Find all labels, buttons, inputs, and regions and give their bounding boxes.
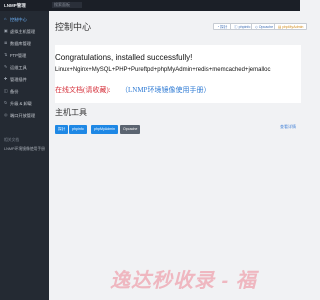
sidebar-item-label: 数据库管理 [10, 41, 31, 46]
main-content: 控制中心 ◔ 探针 ⓘ phpinfo ◇ Opcache ▤ phpMyAdm… [49, 11, 308, 300]
phpmyadmin-button[interactable]: ▤ phpMyAdmin [274, 23, 308, 30]
brand-title: LNMP管理 [4, 3, 26, 8]
watermark-logo: 逸达秒收录 - 福 [110, 270, 257, 292]
search-box[interactable]: 搜索面板 [52, 2, 82, 8]
probe-button-label: 探针 [220, 25, 228, 29]
backup-icon: ◫ [4, 88, 8, 93]
congrats-message: Congratulations, installed successfully! [55, 53, 193, 62]
tools-icon: ✎ [4, 64, 8, 69]
sidebar-doc-link[interactable]: LNMP环境镜像使用手册 [4, 147, 46, 152]
tool-probe-button[interactable]: 探针 [55, 125, 69, 134]
sidebar-item-database[interactable]: ≣ 数据库管理 [0, 39, 49, 47]
sidebar-item-backup[interactable]: ◫ 备份 [0, 87, 49, 95]
sidebar-item-label: 管理插件 [10, 77, 27, 82]
detail-link[interactable]: 查看详情 [280, 124, 296, 130]
port-icon: ◎ [4, 112, 8, 117]
online-doc-link[interactable]: 在线文档(请收藏): [55, 85, 111, 95]
sidebar-item-tools[interactable]: ✎ 运维工具 [0, 63, 49, 71]
top-bar: LNMP管理 搜索面板 [0, 0, 300, 11]
upgrade-icon: ↻ [4, 100, 8, 105]
home-icon: ⌂ [4, 16, 7, 21]
sidebar-item-label: 运维工具 [10, 65, 27, 70]
sidebar-item-upgrade[interactable]: ↻ 升级 & 卸载 [0, 99, 49, 107]
tool-opcache-button[interactable]: Opcache [120, 125, 141, 134]
phpmyadmin-button-label: phpMyAdmin [282, 25, 304, 29]
page-title: 控制中心 [55, 22, 92, 32]
sidebar-item-ftp[interactable]: ⇅ FTP管理 [0, 51, 49, 59]
sidebar-item-label: 端口开放管理 [10, 113, 36, 118]
sidebar-item-ports[interactable]: ◎ 端口开放管理 [0, 111, 49, 119]
database-icon: ≣ [4, 40, 8, 45]
sidebar-item-label: FTP管理 [10, 53, 27, 58]
sidebar-item-label: 控制中心 [10, 17, 27, 22]
plugin-icon: ✚ [4, 76, 8, 81]
sidebar-item-label: 虚拟主机管理 [10, 29, 36, 34]
welcome-card: Congratulations, installed successfully!… [55, 45, 301, 103]
opcache-button-label: Opcache [258, 25, 274, 29]
sidebar-item-vhost[interactable]: ▣ 虚拟主机管理 [0, 27, 49, 35]
server-icon: ▣ [4, 28, 8, 33]
tool-phpmyadmin-button[interactable]: phpMyAdmin [91, 125, 118, 134]
probe-button[interactable]: ◔ 探针 [213, 23, 232, 30]
ftp-icon: ⇅ [4, 52, 8, 57]
phpinfo-button-label: phpinfo [238, 25, 251, 29]
sidebar-item-label: 备份 [10, 89, 19, 94]
stack-components: Linux+Nginx+MySQL+PHP+Pureftpd+phpMyAdmi… [55, 67, 271, 73]
sidebar-item-label: 升级 & 卸载 [10, 101, 32, 106]
sidebar-item-plugins[interactable]: ✚ 管理插件 [0, 75, 49, 83]
sidebar: ⌂ 控制中心 ▣ 虚拟主机管理 ≣ 数据库管理 ⇅ FTP管理 ✎ 运维工具 ✚… [0, 11, 49, 300]
sidebar-section-label: 相关文档 [4, 138, 20, 142]
manual-link[interactable]: （LNMP环境镜像使用手册） [121, 85, 210, 95]
host-tools-title: 主机工具 [55, 108, 87, 117]
tool-phpinfo-button[interactable]: phpinfo [69, 125, 87, 134]
sidebar-item-control-center[interactable]: ⌂ 控制中心 [0, 15, 49, 23]
